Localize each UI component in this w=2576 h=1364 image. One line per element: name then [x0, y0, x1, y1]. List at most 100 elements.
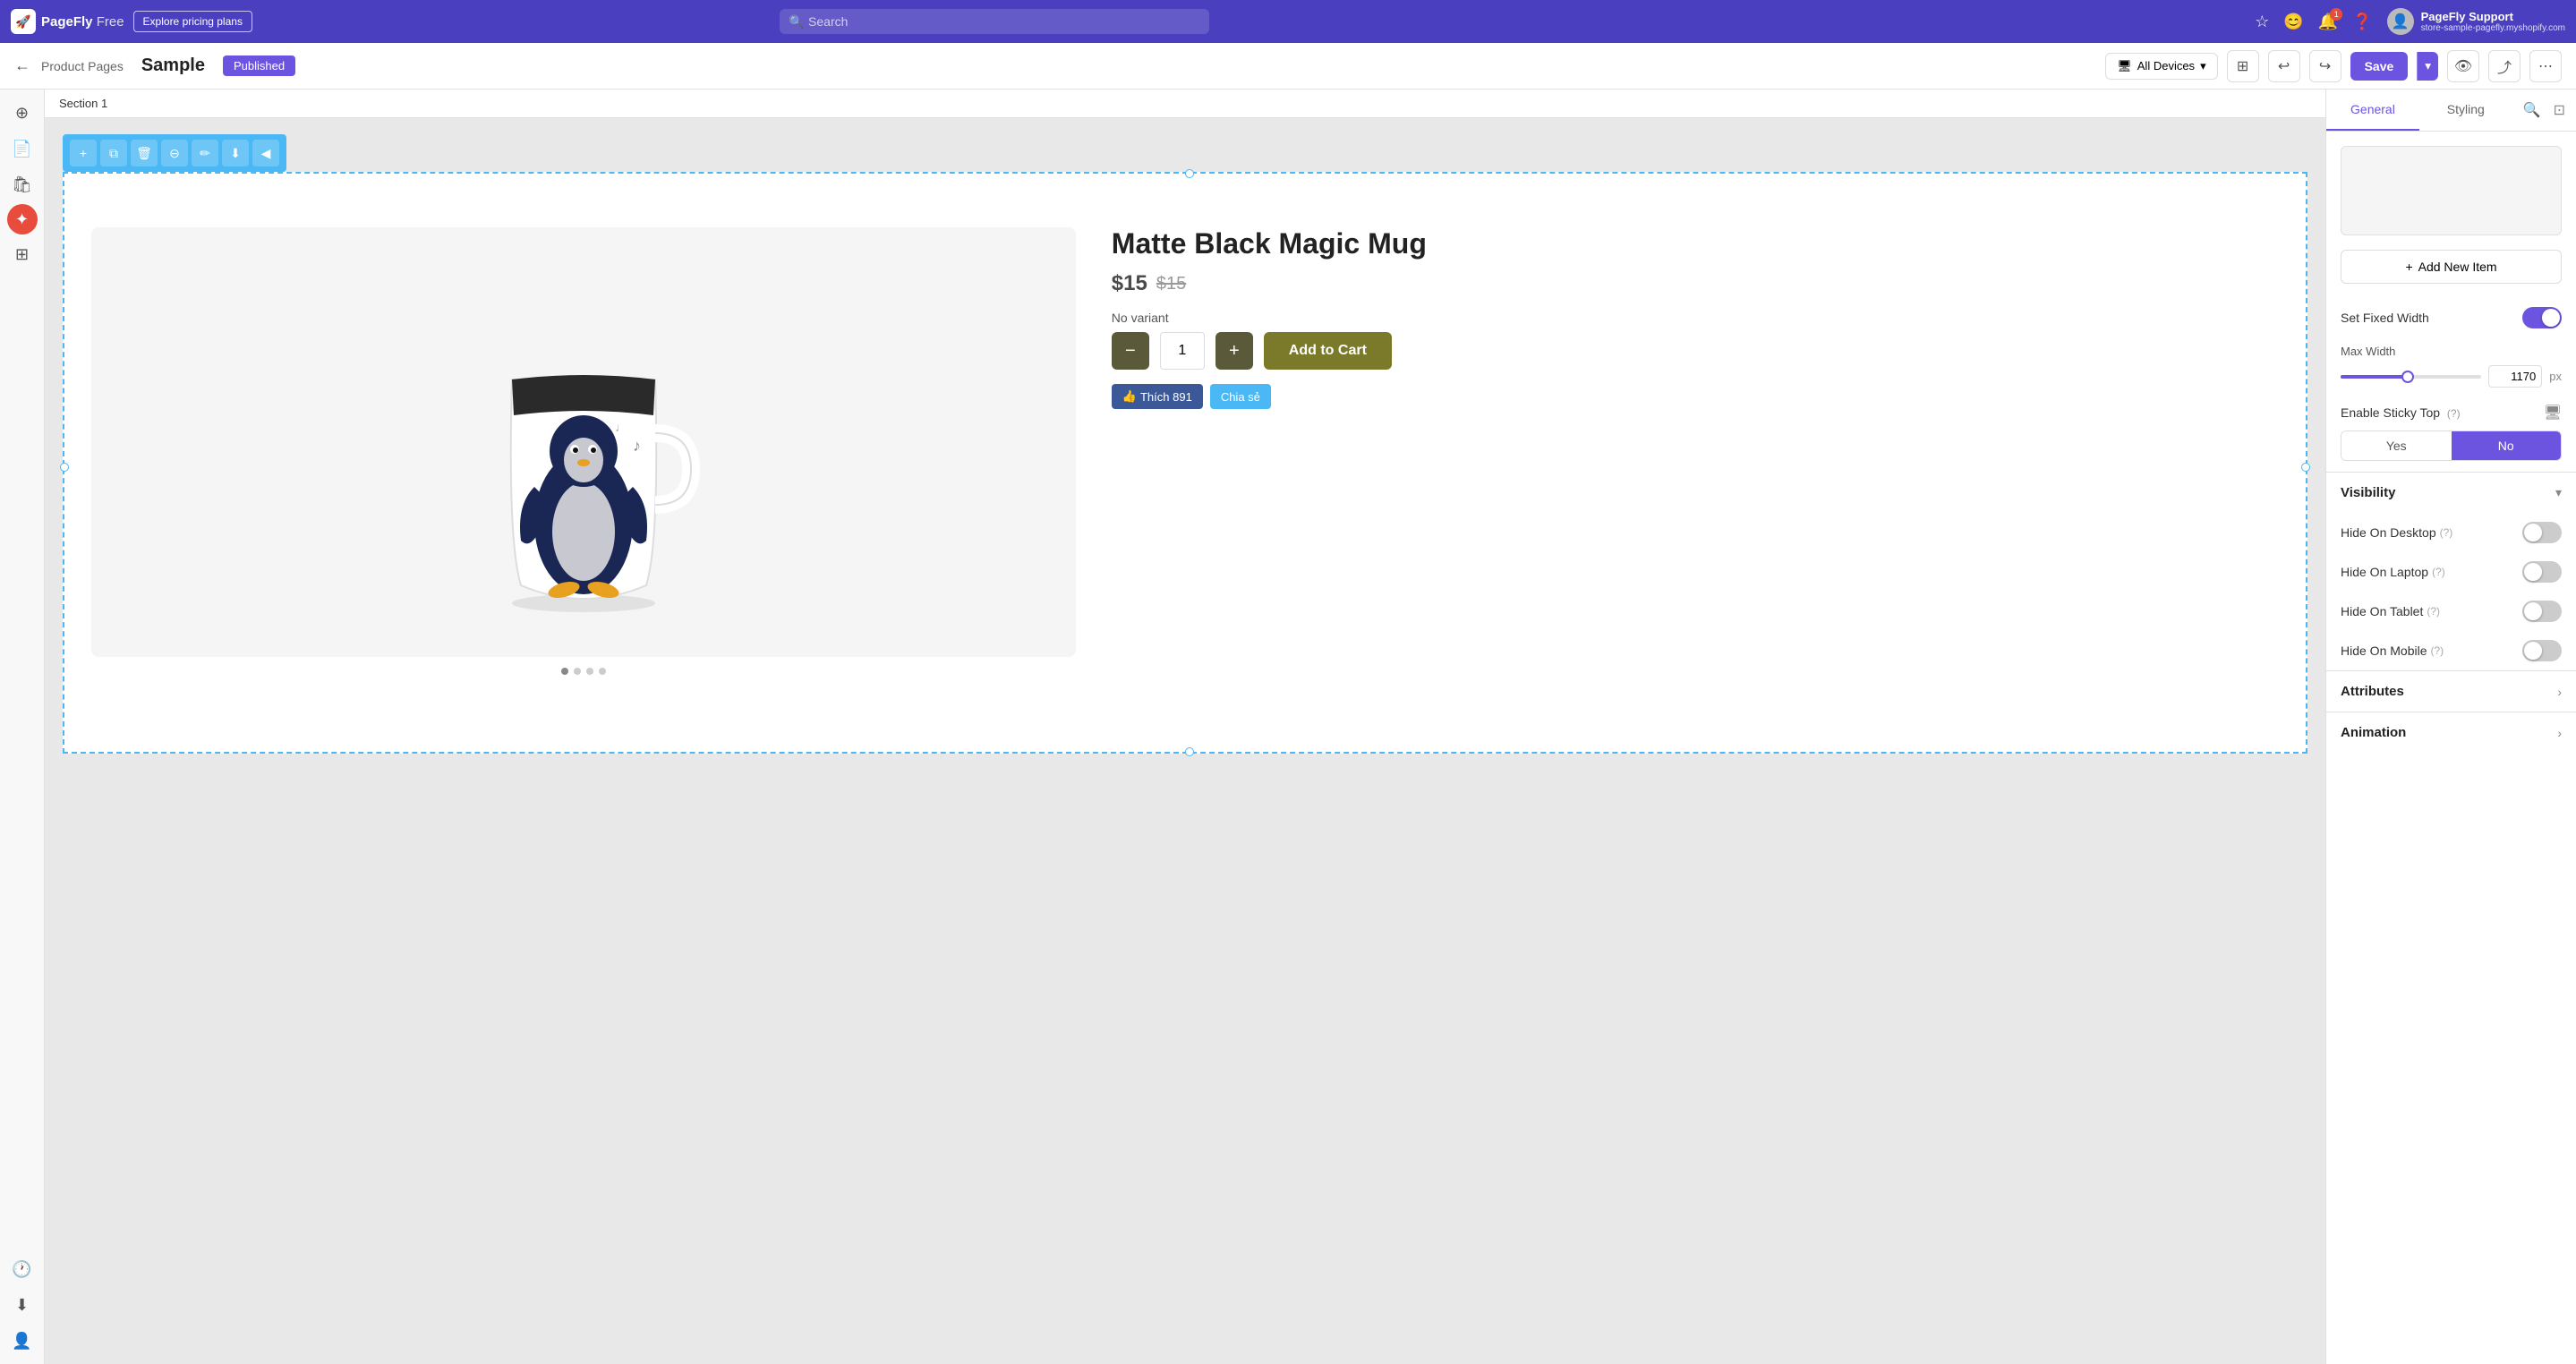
search-input[interactable] — [780, 9, 1209, 34]
notification-icon[interactable]: 🔔 1 — [2318, 13, 2338, 31]
visibility-header[interactable]: Visibility ▾ — [2326, 473, 2576, 513]
sidebar-item-import[interactable]: ⬇ — [6, 1289, 38, 1321]
quantity-decrease-button[interactable]: − — [1112, 332, 1149, 370]
quantity-increase-button[interactable]: + — [1215, 332, 1253, 370]
img-dot-3[interactable] — [586, 668, 593, 675]
animation-title: Animation — [2341, 725, 2406, 740]
user-area[interactable]: 👤 PageFly Support store-sample-pagefly.m… — [2387, 8, 2565, 35]
set-fixed-width-toggle[interactable] — [2522, 307, 2562, 328]
device-selector[interactable]: 🖥 All Devices ▾ — [2105, 53, 2217, 80]
img-dot-4[interactable] — [599, 668, 606, 675]
more-options-button[interactable]: ⋯ — [2529, 50, 2562, 82]
explore-pricing-button[interactable]: Explore pricing plans — [133, 11, 252, 32]
max-width-input[interactable]: 1170 — [2488, 365, 2542, 388]
bottom-handle[interactable] — [1185, 747, 1194, 756]
section-title: Section 1 — [59, 97, 107, 110]
second-bar: ← Product Pages Sample Published 🖥 All D… — [0, 43, 2576, 90]
slider-fill — [2341, 375, 2404, 379]
undo-button[interactable]: ↩ — [2268, 50, 2300, 82]
hide-tablet-toggle[interactable] — [2522, 601, 2562, 622]
add-to-cart-button[interactable]: Add to Cart — [1264, 332, 1392, 370]
duplicate-button[interactable]: ⧉ — [100, 140, 127, 166]
hide-tablet-label: Hide On Tablet (?) — [2341, 604, 2440, 618]
notification-badge: 1 — [2330, 8, 2342, 21]
left-sidebar: ⊕ 📄 🛍 ✦ ⊞ 🕐 ⬇ 👤 — [0, 90, 45, 1364]
sticky-yes-button[interactable]: Yes — [2341, 431, 2452, 460]
set-fixed-width-row: Set Fixed Width — [2326, 298, 2576, 337]
sidebar-item-avatar[interactable]: 👤 — [6, 1325, 38, 1357]
chevron-down-icon: ▾ — [2200, 59, 2206, 73]
logo-icon: 🚀 — [11, 9, 36, 34]
sidebar-item-active-tool[interactable]: ✦ — [7, 204, 38, 234]
facebook-like-button[interactable]: 👍 Thích 891 — [1112, 384, 1203, 409]
export-button[interactable]: ⤴ — [2488, 50, 2521, 82]
plus-icon: + — [2405, 260, 2412, 274]
sidebar-item-layers[interactable]: ⊕ — [6, 97, 38, 129]
visibility-section: Visibility ▾ Hide On Desktop (?) Hide On… — [2326, 472, 2576, 670]
edit-button[interactable]: ✏ — [192, 140, 218, 166]
hide-laptop-help-icon[interactable]: (?) — [2432, 566, 2445, 578]
hide-tablet-help-icon[interactable]: (?) — [2427, 605, 2440, 618]
attributes-title: Attributes — [2341, 684, 2404, 699]
visibility-chevron-icon: ▾ — [2555, 485, 2562, 500]
redo-button[interactable]: ↪ — [2309, 50, 2341, 82]
panel-preview-area — [2341, 146, 2562, 235]
user-info: PageFly Support store-sample-pagefly.mys… — [2421, 10, 2565, 33]
delete-button[interactable]: 🗑 — [131, 140, 158, 166]
right-handle[interactable] — [2301, 463, 2310, 472]
download-button[interactable]: ⬇ — [222, 140, 249, 166]
panel-search-icon[interactable]: 🔍 — [2520, 98, 2545, 123]
panel-tabs: General Styling 🔍 ⊡ — [2326, 90, 2576, 132]
price-original: $15 — [1156, 274, 1186, 294]
canvas-inner: + ⧉ 🗑 ⊖ ✏ ⬇ ◀ — [45, 118, 2325, 772]
grid-view-button[interactable]: ⊞ — [2227, 50, 2259, 82]
sticky-no-button[interactable]: No — [2452, 431, 2562, 460]
img-dot-2[interactable] — [574, 668, 581, 675]
like-count: Thích 891 — [1140, 390, 1192, 404]
quantity-input[interactable]: 1 — [1160, 332, 1205, 370]
top-handle[interactable] — [1185, 169, 1194, 178]
attributes-header[interactable]: Attributes › — [2326, 671, 2576, 712]
star-icon[interactable]: ☆ — [2255, 13, 2269, 31]
hide-laptop-toggle[interactable] — [2522, 561, 2562, 583]
help-icon[interactable]: ❓ — [2352, 13, 2372, 31]
quantity-row: − 1 + Add to Cart — [1112, 332, 2279, 370]
sidebar-item-pages[interactable]: 📄 — [6, 132, 38, 165]
collapse-button[interactable]: ◀ — [252, 140, 279, 166]
sidebar-item-widgets[interactable]: ⊞ — [6, 238, 38, 270]
animation-header[interactable]: Animation › — [2326, 712, 2576, 753]
breadcrumb[interactable]: Product Pages — [41, 59, 124, 73]
toggle-knob — [2542, 309, 2560, 327]
sidebar-item-history[interactable]: 🕐 — [6, 1253, 38, 1285]
left-handle[interactable] — [60, 463, 69, 472]
remove-button[interactable]: ⊖ — [161, 140, 188, 166]
screen-device-icon[interactable]: 🖥 — [2544, 404, 2562, 422]
sidebar-item-shopify[interactable]: 🛍 — [6, 168, 38, 200]
tab-styling[interactable]: Styling — [2419, 90, 2512, 131]
img-dot-1[interactable] — [561, 668, 568, 675]
product-section: ♪ ♩ — [64, 174, 2306, 711]
right-panel: General Styling 🔍 ⊡ + Add New Item Set F… — [2325, 90, 2576, 1364]
slider-thumb[interactable] — [2401, 371, 2414, 383]
add-new-item-button[interactable]: + Add New Item — [2341, 250, 2562, 284]
save-dropdown-button[interactable]: ▾ — [2417, 52, 2438, 81]
canvas-outer: + ⧉ 🗑 ⊖ ✏ ⬇ ◀ — [63, 172, 2307, 754]
save-button[interactable]: Save — [2350, 52, 2409, 81]
hide-desktop-toggle[interactable] — [2522, 522, 2562, 543]
product-image-area: ♪ ♩ — [91, 227, 1076, 675]
emoji-icon[interactable]: 😊 — [2283, 13, 2303, 31]
tab-general[interactable]: General — [2326, 90, 2419, 131]
add-element-button[interactable]: + — [70, 140, 97, 166]
search-wrap: 🔍 — [780, 9, 1209, 34]
back-button[interactable]: ← — [14, 56, 30, 75]
hide-desktop-help-icon[interactable]: (?) — [2440, 526, 2453, 539]
panel-corner-icon[interactable]: ⊡ — [2550, 98, 2569, 123]
share-button[interactable]: Chia sẻ — [1210, 384, 1271, 409]
sticky-help-icon[interactable]: (?) — [2447, 407, 2461, 420]
hide-mobile-toggle[interactable] — [2522, 640, 2562, 661]
sticky-top-label: Enable Sticky Top (?) — [2341, 405, 2461, 420]
toolbar-right: 🖥 All Devices ▾ ⊞ ↩ ↪ Save ▾ 👁 ⤴ ⋯ — [2105, 50, 2562, 82]
hide-mobile-help-icon[interactable]: (?) — [2431, 644, 2444, 657]
preview-button[interactable]: 👁 — [2447, 50, 2479, 82]
max-width-slider[interactable] — [2341, 375, 2481, 379]
